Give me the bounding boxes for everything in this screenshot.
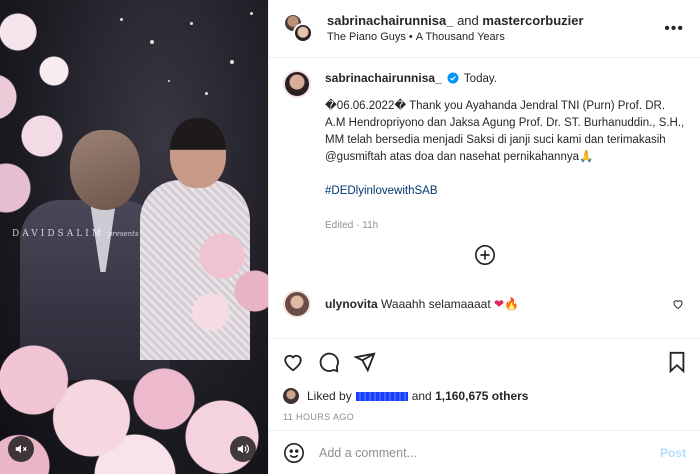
bookmark-icon: [669, 351, 685, 373]
send-icon: [354, 352, 376, 372]
collab-joiner: and: [457, 12, 479, 28]
likes-summary[interactable]: Liked by and 1,160,675 others: [269, 384, 700, 408]
mute-button[interactable]: [8, 436, 34, 462]
save-button[interactable]: [667, 351, 687, 373]
smiley-icon: [284, 442, 304, 463]
volume-icon: [237, 444, 249, 454]
comments-section[interactable]: sabrinachairunnisa_ Today. �06.06.2022� …: [269, 58, 700, 338]
avatar[interactable]: [283, 70, 311, 98]
author-username[interactable]: sabrinachairunnisa_: [327, 13, 453, 28]
hashtag-link[interactable]: #DEDlyinlovewithSAB: [325, 183, 686, 200]
caption-label: Today.: [463, 73, 497, 85]
comment-username[interactable]: ulynovita: [325, 297, 378, 311]
plus-circle-icon: [474, 245, 495, 265]
post-details-panel: sabrinachairunnisa_ and mastercorbuzier …: [268, 0, 700, 474]
heart-emoji: ❤: [494, 297, 505, 311]
add-comment-bar: Post: [269, 430, 700, 474]
avatar: [293, 22, 313, 43]
post-header: sabrinachairunnisa_ and mastercorbuzier …: [269, 0, 700, 58]
collab-avatars[interactable]: [283, 12, 315, 45]
more-options-button[interactable]: •••: [662, 20, 686, 38]
like-button[interactable]: [282, 351, 304, 373]
verified-badge-icon: [447, 72, 459, 84]
load-more-comments-button[interactable]: [283, 244, 686, 266]
flower-decoration: [0, 304, 268, 474]
audio-info[interactable]: The Piano Guys • A Thousand Years: [327, 29, 662, 45]
video-watermark: DAVIDSALIM presents: [12, 229, 139, 239]
post-caption: sabrinachairunnisa_ Today. �06.06.2022� …: [283, 70, 686, 234]
comment-item: ulynovita Waaahh selamaaaat ❤🔥: [283, 290, 686, 318]
avatar: [283, 388, 299, 404]
audio-button[interactable]: [230, 436, 256, 462]
comment-icon: [319, 352, 339, 372]
post-video[interactable]: DAVIDSALIM presents: [0, 0, 268, 474]
share-button[interactable]: [354, 351, 376, 373]
comment-button[interactable]: [318, 351, 340, 373]
avatar[interactable]: [283, 290, 311, 318]
redacted-username: [355, 391, 408, 401]
heart-icon: [284, 354, 302, 371]
comment-meta-faded: [325, 328, 686, 334]
post-timestamp: 11 HOURS AGO: [283, 412, 355, 422]
comment-input[interactable]: [319, 445, 660, 460]
caption-text: �06.06.2022� Thank you Ayahanda Jendral …: [325, 100, 688, 163]
post-comment-button[interactable]: Post: [660, 446, 686, 460]
mute-icon: [15, 444, 27, 454]
caption-username[interactable]: sabrinachairunnisa_: [325, 71, 442, 85]
post-actions-bar: [269, 338, 700, 384]
emoji-button[interactable]: [283, 442, 305, 464]
post-modal: DAVIDSALIM presents sabrinachairunnisa_ a…: [0, 0, 700, 474]
like-comment-icon[interactable]: [672, 298, 684, 310]
collab-username[interactable]: mastercorbuzier: [482, 13, 583, 28]
fire-emoji: 🔥: [504, 297, 520, 311]
caption-meta: Edited · 11h: [325, 220, 379, 231]
likes-count[interactable]: 1,160,675 others: [435, 389, 528, 403]
comment-text: Waaahh selamaaaat: [381, 297, 491, 311]
